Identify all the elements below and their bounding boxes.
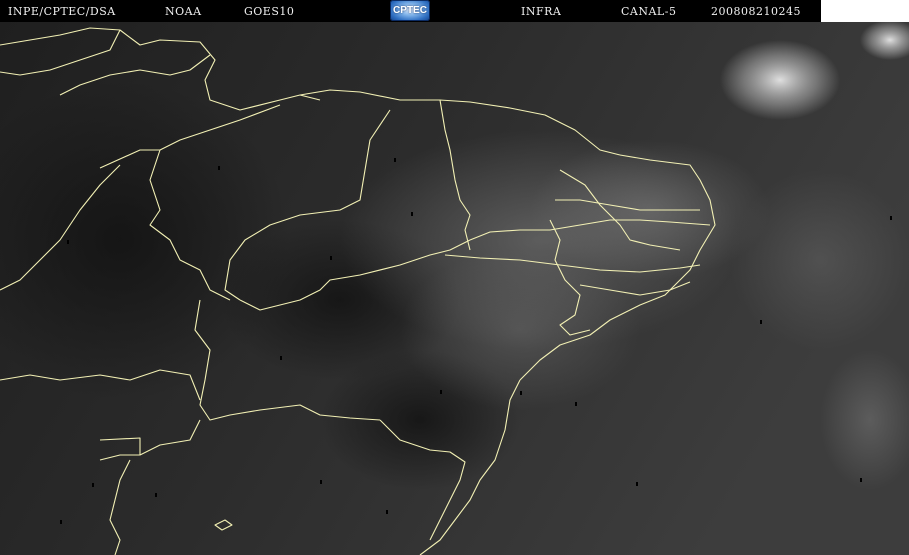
satellite-map-svg (0, 22, 909, 555)
ocean-haze (730, 170, 909, 350)
satellite-map (0, 22, 909, 555)
source-label: INPE/CPTEC/DSA (8, 5, 116, 18)
header-blank-area (821, 0, 909, 22)
image-header: INPE/CPTEC/DSA NOAA GOES10 CPTEC INFRA C… (0, 0, 821, 22)
timestamp-label: 200808210245 (711, 5, 801, 18)
cptec-logo: CPTEC (390, 0, 430, 21)
band-label: INFRA (521, 5, 562, 18)
cptec-logo-text: CPTEC (393, 5, 427, 16)
channel-label: CANAL-5 (621, 5, 677, 18)
satellite-label: GOES10 (244, 5, 295, 18)
agency-label: NOAA (165, 5, 202, 18)
top-right-cloud-cluster (720, 40, 840, 120)
coastal-moisture (400, 250, 640, 410)
